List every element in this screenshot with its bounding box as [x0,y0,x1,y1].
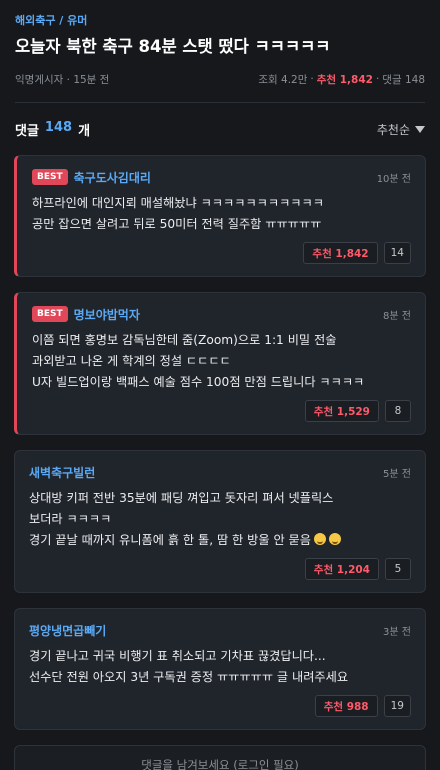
comments-header: 댓글 148 개 추천순 [0,103,440,155]
comment-author[interactable]: 평양냉면곱빼기 [29,622,106,639]
comment-time: 5분 전 [383,468,411,480]
recommend-label: 추천 1,842 [312,247,369,260]
recommend-label: 추천 1,204 [313,563,370,576]
comment-line: 경기 끝날 때까지 유니폼에 흙 한 톨, 땀 한 방울 안 묻음 [29,533,311,547]
comment-card: 새벽축구빌런 5분 전 상대방 키퍼 전반 35분에 패딩 껴입고 돗자리 펴서… [14,450,426,593]
comments-unit: 개 [78,123,91,139]
reply-count: 8 [394,405,402,417]
best-badge: BEST [32,169,68,185]
comment-author-wrap: 새벽축구빌런 [29,464,95,481]
laughing-emoji-icon [313,533,326,545]
comment-input-placeholder: 댓글을 남겨보세요 (로그인 필요) [141,758,299,770]
comment-line: 선수단 전원 아오지 3년 구독권 증정 ㅠㅠㅠㅠㅠ 글 내려주세요 [29,670,349,684]
comment-author[interactable]: 명보야밥먹자 [74,306,140,323]
comment-line: 공만 잡으면 살려고 뒤로 50미터 전력 질주함 ㅠㅠㅠㅠㅠ [32,217,322,231]
comment-header: BEST 명보야밥먹자 8분 전 [32,304,411,324]
comment-author-wrap: 평양냉면곱빼기 [29,622,106,639]
comment-author[interactable]: 새벽축구빌런 [29,464,95,481]
post-comment-count: 댓글 148 [382,73,425,86]
recommend-button[interactable]: 추천 1,529 [304,400,379,422]
recommend-label: 추천 988 [323,700,369,713]
comment-header: BEST 축구도사김대리 10분 전 [32,167,411,187]
reply-button[interactable]: 8 [385,400,411,422]
post-author-time: 익명게시자 · 15분 전 [15,73,110,86]
comment-line: 경기 끝나고 귀국 비행기 표 취소되고 기차표 끊겼답니다... [29,649,326,663]
comment-line: 하프라인에 대인지뢰 매설해놨냐 ㅋㅋㅋㅋㅋㅋㅋㅋㅋㅋㅋ [32,196,324,210]
recommend-button[interactable]: 추천 988 [314,695,378,717]
comments-count: 148 [44,119,73,135]
reply-count: 5 [394,563,402,575]
reply-count: 14 [390,247,404,259]
comment-line: 보더라 ㅋㅋㅋㅋ [29,512,112,526]
comment-time: 10분 전 [376,173,411,185]
comment-body: 이쯤 되면 홍명보 감독님한테 줌(Zoom)으로 1:1 비밀 전술 과외받고… [32,330,411,393]
comment-card: BEST 명보야밥먹자 8분 전 이쯤 되면 홍명보 감독님한테 줌(Zoom)… [14,292,426,435]
post-header: 해외축구 / 유머 오늘자 북한 축구 84분 스탯 떴다 ㅋㅋㅋㅋㅋ 익명게시… [0,0,440,103]
comment-header: 평양냉면곱빼기 3분 전 [29,620,411,640]
caret-down-icon [415,125,425,133]
recommend-button[interactable]: 추천 1,204 [304,558,379,580]
meta-separator: · [310,73,314,85]
post-title: 오늘자 북한 축구 84분 스탯 떴다 ㅋㅋㅋㅋㅋ [15,37,331,56]
post-stats: 조회 4.2만 · 추천 1,842 · 댓글 148 [258,72,425,87]
comment-input[interactable]: 댓글을 남겨보세요 (로그인 필요) [14,745,426,770]
comment-author-wrap: BEST 명보야밥먹자 [32,306,140,323]
comment-actions: 추천 988 19 [29,695,411,729]
breadcrumb[interactable]: 해외축구 / 유머 [15,13,425,29]
reply-button[interactable]: 19 [383,695,411,717]
comment-author[interactable]: 축구도사김대리 [74,169,151,186]
comment-time: 8분 전 [383,310,411,322]
comment-header: 새벽축구빌런 5분 전 [29,462,411,482]
post-meta: 익명게시자 · 15분 전 조회 4.2만 · 추천 1,842 · 댓글 14… [15,71,425,87]
sort-label: 추천순 [376,122,410,137]
sort-dropdown[interactable]: 추천순 [377,121,425,138]
comment-body: 하프라인에 대인지뢰 매설해놨냐 ㅋㅋㅋㅋㅋㅋㅋㅋㅋㅋㅋ 공만 잡으면 살려고 … [32,193,411,235]
comment-card: BEST 축구도사김대리 10분 전 하프라인에 대인지뢰 매설해놨냐 ㅋㅋㅋㅋ… [14,155,426,277]
comment-card: 평양냉면곱빼기 3분 전 경기 끝나고 귀국 비행기 표 취소되고 기차표 끊겼… [14,608,426,730]
comment-line: U자 빌드업이랑 백패스 예술 점수 100점 만점 드립니다 ㅋㅋㅋㅋ [32,375,365,389]
recommend-label: 추천 1,529 [313,405,370,418]
post-views: 조회 4.2만 [258,73,308,86]
comments-label: 댓글 [15,123,39,139]
reply-button[interactable]: 14 [383,242,411,264]
comment-list: BEST 축구도사김대리 10분 전 하프라인에 대인지뢰 매설해놨냐 ㅋㅋㅋㅋ… [0,155,440,730]
recommend-button[interactable]: 추천 1,842 [303,242,378,264]
comment-line: 이쯤 되면 홍명보 감독님한테 줌(Zoom)으로 1:1 비밀 전술 [32,333,337,347]
comments-title: 댓글 148 개 [15,120,90,139]
comment-author-wrap: BEST 축구도사김대리 [32,169,151,186]
comment-body: 경기 끝나고 귀국 비행기 표 취소되고 기차표 끊겼답니다... 선수단 전원… [29,646,411,688]
meta-separator: · [375,73,380,85]
comment-line: 상대방 키퍼 전반 35분에 패딩 껴입고 돗자리 펴서 넷플릭스 [29,491,334,505]
laughing-emoji-icon [328,533,341,545]
comment-time: 3분 전 [383,626,411,638]
reply-count: 19 [390,700,404,712]
comment-actions: 추천 1,204 5 [29,558,411,592]
comment-line-with-emoji: 경기 끝날 때까지 유니폼에 흙 한 톨, 땀 한 방울 안 묻음 [29,530,411,551]
comment-line: 과외받고 나온 게 학계의 정설 ㄷㄷㄷㄷ [32,354,231,368]
best-badge: BEST [32,306,68,322]
post-recommend: 추천 1,842 [316,73,373,86]
reply-button[interactable]: 5 [385,558,411,580]
comment-actions: 추천 1,842 14 [32,242,411,276]
comment-body: 상대방 키퍼 전반 35분에 패딩 껴입고 돗자리 펴서 넷플릭스 보더라 ㅋㅋ… [29,488,411,551]
comment-actions: 추천 1,529 8 [32,400,411,434]
